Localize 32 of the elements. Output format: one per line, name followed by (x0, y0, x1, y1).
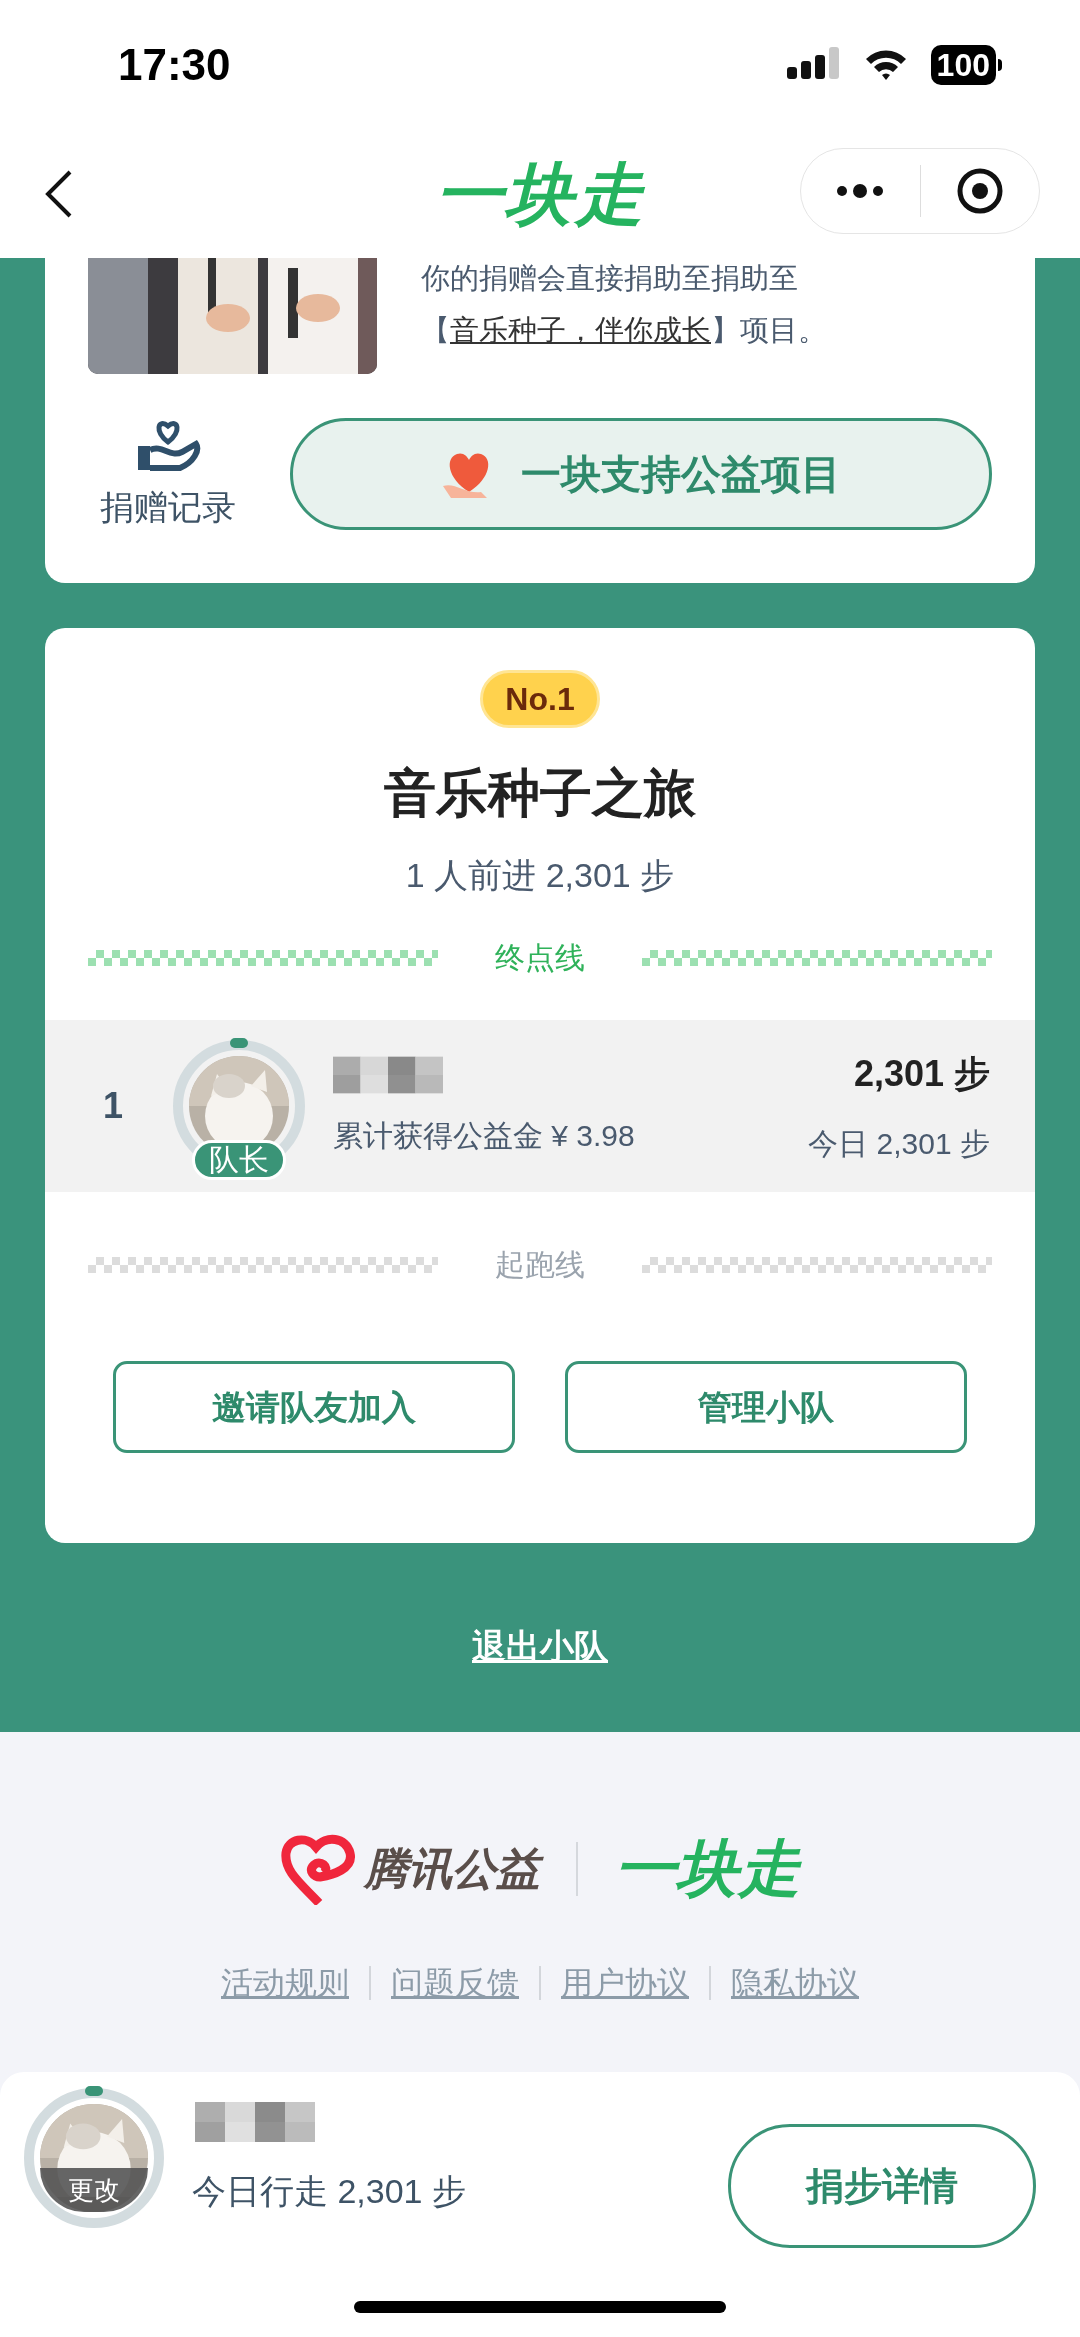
member-earned: 累计获得公益金 ¥ 3.98 (333, 1117, 635, 1154)
team-action-button[interactable]: 邀请队友加入 (113, 1361, 515, 1453)
member-rank: 1 (103, 1084, 125, 1128)
start-line-label: 起跑线 (495, 1247, 585, 1283)
team-summary: 1 人前进 2,301 步 (405, 855, 675, 896)
member-row[interactable]: 1 队长 累计获得公益金 ¥ 3.98 2,301 步 今日 2,301 步 (45, 1020, 1035, 1192)
captain-badge: 队长 (192, 1140, 286, 1180)
app-logo: 一块走 (614, 1833, 800, 1905)
close-target-icon[interactable] (955, 167, 1004, 215)
team-action-button[interactable]: 管理小队 (565, 1361, 967, 1453)
support-button[interactable]: 一块支持公益项目 (290, 417, 992, 530)
change-avatar-label[interactable]: 更改 (40, 2168, 148, 2212)
status-time: 17:30 (118, 39, 231, 91)
back-icon[interactable] (44, 170, 74, 218)
footer-link[interactable]: 隐私协议 (731, 1959, 859, 2007)
footer-link[interactable]: 用户协议 (561, 1959, 689, 2007)
team-name: 音乐种子之旅 (384, 763, 696, 824)
rank-badge: No.1 (480, 670, 600, 728)
step-details-button[interactable]: 捐步详情 (728, 2124, 1036, 2248)
nav-title: 一块走 (435, 155, 645, 234)
member-today-steps: 今日 2,301 步 (808, 1120, 990, 1166)
battery-icon: 100 (930, 45, 996, 85)
more-icon[interactable] (836, 183, 885, 199)
footer-link[interactable]: 问题反馈 (391, 1959, 519, 2007)
today-steps: 今日行走 2,301 步 (192, 2166, 466, 2217)
exit-team-link[interactable]: 退出小队 (472, 1621, 608, 1672)
member-total-steps: 2,301 步 (853, 1046, 990, 1101)
footer-link[interactable]: 活动规则 (221, 1959, 349, 2007)
project-link[interactable]: 音乐种子，伴你成长 (450, 314, 711, 346)
records-label[interactable]: 捐赠记录 (100, 482, 236, 533)
finish-line-label: 终点线 (495, 940, 585, 976)
heart-logo-icon (280, 1832, 358, 1905)
